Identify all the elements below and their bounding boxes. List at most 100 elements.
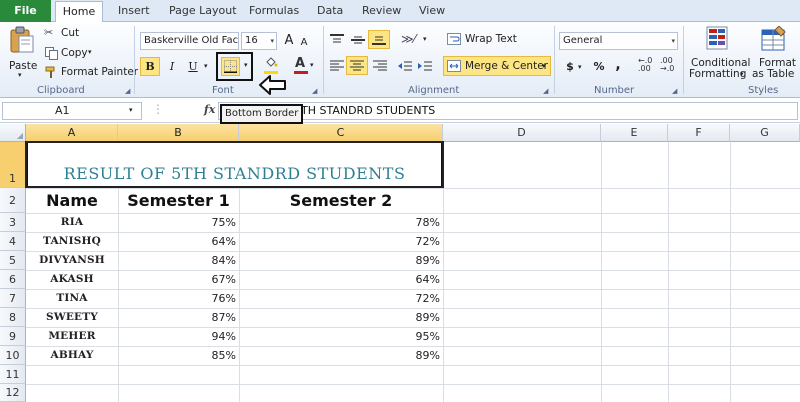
column-header-a[interactable]: A [26,124,118,142]
tab-view[interactable]: View [419,4,445,17]
name-box[interactable]: A1 [2,102,142,120]
font-color-button[interactable]: A ▾ [292,56,314,76]
student-name-cell[interactable]: SWEETY [26,308,118,327]
conditional-formatting-button[interactable]: Conditional Formatting ▾ [688,26,750,82]
row-header-11[interactable]: 11 [0,365,26,384]
format-painter-button[interactable]: Format Painter [44,65,138,81]
tab-review[interactable]: Review [362,4,401,17]
row-header-5[interactable]: 5 [0,251,26,270]
semester-1-cell[interactable]: 87% [118,308,239,327]
dialog-launcher-icon[interactable]: ◢ [543,87,548,95]
increase-decimal-icon[interactable]: ←.0.00 [638,57,652,73]
format-as-table-button[interactable]: Format as Table [751,26,797,82]
font-size-combo[interactable]: 16 ▾ [241,32,277,50]
semester-1-cell[interactable]: 76% [118,289,239,308]
decrease-indent-icon[interactable] [398,60,412,72]
chevron-down-icon[interactable]: ▾ [129,106,133,114]
semester-2-cell[interactable]: 95% [239,327,443,346]
select-all-button[interactable]: ◢ [0,124,26,142]
number-format-combo[interactable]: General ▾ [559,32,678,50]
comma-button[interactable]: , [612,55,624,74]
student-name-cell[interactable]: RIA [26,213,118,232]
worksheet-grid[interactable]: ◢ A B C D E F G 1 2 3 4 5 6 7 8 9 10 11 … [0,124,800,402]
column-header-e[interactable]: E [601,124,668,142]
italic-button[interactable]: I [162,57,182,76]
font-size-value: 16 [245,35,258,46]
column-header-f[interactable]: F [668,124,730,142]
student-name-cell[interactable]: ABHAY [26,346,118,365]
copy-button[interactable]: Copy ▾ [44,46,104,62]
student-name-cell[interactable]: TINA [26,289,118,308]
borders-button[interactable]: ▾ [216,52,253,81]
semester-2-cell[interactable]: 64% [239,270,443,289]
semester-2-cell[interactable]: 89% [239,251,443,270]
shrink-font-button[interactable]: A [297,33,311,52]
row-header-10[interactable]: 10 [0,346,26,365]
semester-1-cell[interactable]: 67% [118,270,239,289]
row-header-1[interactable]: 1 [0,142,26,188]
student-name-cell[interactable]: MEHER [26,327,118,346]
semester-1-cell[interactable]: 85% [118,346,239,365]
resize-grip-icon[interactable]: ⋮ [152,102,164,116]
semester-1-cell[interactable]: 75% [118,213,239,232]
tab-insert[interactable]: Insert [118,4,150,17]
row-header-7[interactable]: 7 [0,289,26,308]
row-header-2[interactable]: 2 [0,188,26,213]
student-name-cell[interactable]: TANISHQ [26,232,118,251]
column-header-g[interactable]: G [730,124,800,142]
semester-1-cell[interactable]: 84% [118,251,239,270]
semester-2-cell[interactable]: 72% [239,289,443,308]
wrap-text-button[interactable]: Wrap Text [447,32,527,48]
header-semester-1[interactable]: Semester 1 [118,188,239,213]
row-header-9[interactable]: 9 [0,327,26,346]
tab-data[interactable]: Data [317,4,343,17]
column-header-d[interactable]: D [443,124,601,142]
column-header-b[interactable]: B [118,124,239,142]
student-name-cell[interactable]: AKASH [26,270,118,289]
align-center-button[interactable] [346,56,368,75]
row-header-8[interactable]: 8 [0,308,26,327]
row-header-6[interactable]: 6 [0,270,26,289]
formula-input[interactable]: TH STANDRD STUDENTS [218,102,798,120]
fill-color-button[interactable] [262,56,284,76]
insert-function-icon[interactable]: fx [204,103,215,116]
grow-font-button[interactable]: A [281,31,297,50]
increase-indent-icon[interactable] [418,60,432,72]
percent-button[interactable]: % [591,57,607,76]
dialog-launcher-icon[interactable]: ◢ [125,87,130,95]
semester-2-cell[interactable]: 89% [239,308,443,327]
font-name-combo[interactable]: Baskerville Old Fac [140,32,239,50]
dialog-launcher-icon[interactable]: ◢ [312,87,317,95]
semester-1-cell[interactable]: 94% [118,327,239,346]
align-right-icon[interactable] [373,60,387,72]
column-header-c[interactable]: C [239,124,443,142]
header-name[interactable]: Name [26,188,118,213]
tab-page-layout[interactable]: Page Layout [169,4,237,17]
alignment-group-label: Alignment [408,85,460,96]
row-header-12[interactable]: 12 [0,384,26,402]
decrease-decimal-icon[interactable]: .00 →.0 [660,57,674,73]
row-header-3[interactable]: 3 [0,213,26,232]
semester-2-cell[interactable]: 78% [239,213,443,232]
dialog-launcher-icon[interactable]: ◢ [672,87,677,95]
orientation-icon[interactable]: ≫⁄ [401,32,416,46]
ribbon-tabs: File Home Insert Page Layout Formulas Da… [0,0,800,23]
semester-2-cell[interactable]: 72% [239,232,443,251]
underline-button[interactable]: U [183,57,203,76]
header-semester-2[interactable]: Semester 2 [239,188,443,213]
row-header-4[interactable]: 4 [0,232,26,251]
paste-button[interactable]: Paste ▾ [6,26,38,80]
semester-2-cell[interactable]: 89% [239,346,443,365]
align-left-icon[interactable] [330,60,344,72]
align-top-icon[interactable] [330,34,344,46]
tab-home[interactable]: Home [55,1,103,23]
align-bottom-button[interactable] [368,30,390,49]
currency-button[interactable]: $ [562,57,578,76]
align-middle-icon[interactable] [351,34,365,46]
tab-file[interactable]: File [0,0,51,22]
student-name-cell[interactable]: DIVYANSH [26,251,118,270]
semester-1-cell[interactable]: 64% [118,232,239,251]
bold-button[interactable]: B [140,57,160,76]
tab-formulas[interactable]: Formulas [249,4,299,17]
merge-center-button[interactable]: Merge & Center ▾ [443,56,551,76]
